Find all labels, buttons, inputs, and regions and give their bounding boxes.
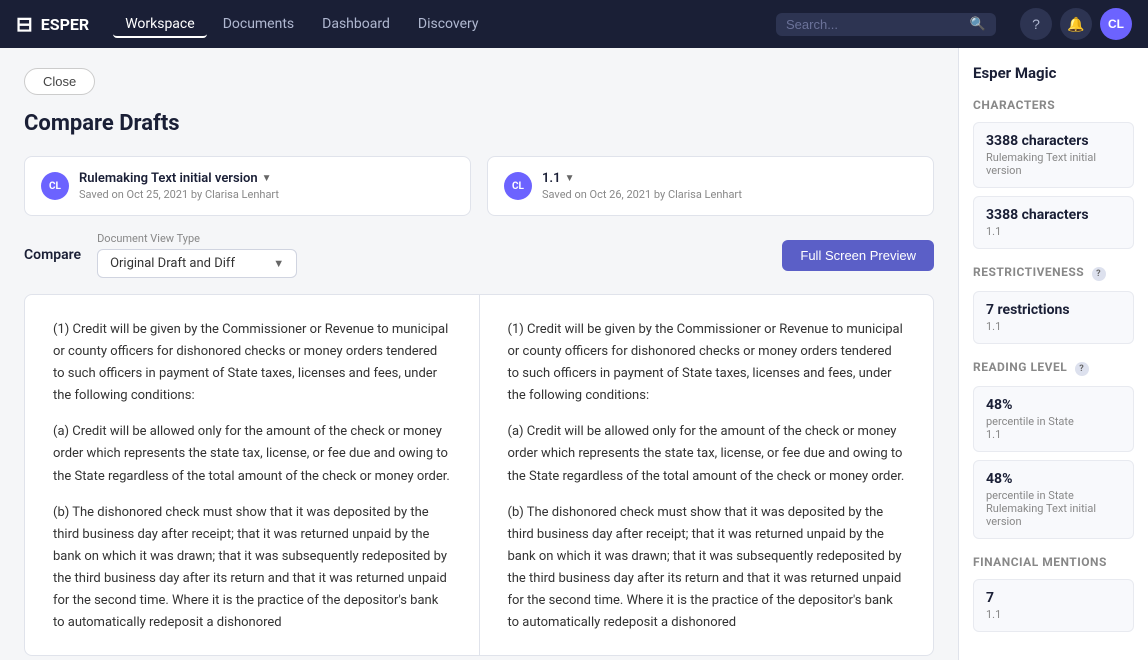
version-chevron-left: ▼ bbox=[262, 173, 272, 184]
logo-text: ESPER bbox=[41, 15, 89, 34]
left-doc-panel[interactable]: (1) Credit will be given by the Commissi… bbox=[25, 295, 479, 655]
doc-view-type-label: Document View Type bbox=[97, 232, 297, 245]
stat-value-chars-1: 3388 characters bbox=[986, 207, 1121, 223]
stat-label-chars-1: 1.1 bbox=[986, 225, 1121, 238]
stat-label-restrict-0: 1.1 bbox=[986, 320, 1121, 333]
esper-logo-icon: ⊟ bbox=[16, 12, 33, 36]
stat-card-reading-1: 48% percentile in State Rulemaking Text … bbox=[973, 460, 1134, 539]
version-chevron-right: ▼ bbox=[565, 173, 575, 184]
doc-view-select[interactable]: Original Draft and Diff ▼ bbox=[97, 249, 297, 278]
stat-card-financial-0: 7 1.1 bbox=[973, 579, 1134, 632]
stat-label-reading-0: percentile in State 1.1 bbox=[986, 415, 1121, 441]
compare-label: Compare bbox=[24, 247, 81, 263]
search-bar[interactable]: 🔍 bbox=[776, 13, 996, 36]
stat-label-financial-0: 1.1 bbox=[986, 608, 1121, 621]
restrictiveness-help-icon[interactable]: ? bbox=[1092, 267, 1106, 281]
stat-card-restrict-0: 7 restrictions 1.1 bbox=[973, 291, 1134, 344]
main-container: Close Compare Drafts CL Rulemaking Text … bbox=[0, 48, 1148, 660]
nav-icons: ? 🔔 CL bbox=[1020, 8, 1132, 40]
nav-workspace[interactable]: Workspace bbox=[113, 10, 207, 38]
version-card-right: CL 1.1 ▼ Saved on Oct 26, 2021 by Claris… bbox=[487, 156, 934, 216]
nav-discovery[interactable]: Discovery bbox=[406, 10, 491, 38]
version-meta-left: Saved on Oct 25, 2021 by Clarisa Lenhart bbox=[79, 188, 454, 201]
right-para-1: (a) Credit will be allowed only for the … bbox=[508, 421, 906, 487]
select-chevron-icon: ▼ bbox=[273, 257, 284, 270]
version-name-left[interactable]: Rulemaking Text initial version ▼ bbox=[79, 171, 454, 186]
left-para-1: (a) Credit will be allowed only for the … bbox=[53, 421, 451, 487]
version-info-left: Rulemaking Text initial version ▼ Saved … bbox=[79, 171, 454, 201]
stat-value-restrict-0: 7 restrictions bbox=[986, 302, 1121, 318]
stat-label-chars-0: Rulemaking Text initial version bbox=[986, 151, 1121, 177]
doc-view-type: Document View Type Original Draft and Di… bbox=[97, 232, 297, 278]
right-para-2: (b) The dishonored check must show that … bbox=[508, 502, 906, 635]
stat-value-financial-0: 7 bbox=[986, 590, 1121, 606]
stat-card-reading-0: 48% percentile in State 1.1 bbox=[973, 386, 1134, 452]
sidebar-section-reading: Reading Level ? bbox=[973, 360, 1134, 376]
version-avatar-left: CL bbox=[41, 172, 69, 200]
version-meta-right: Saved on Oct 26, 2021 by Clarisa Lenhart bbox=[542, 188, 917, 201]
sidebar-section-characters: Characters bbox=[973, 98, 1134, 112]
right-doc-panel[interactable]: (1) Credit will be given by the Commissi… bbox=[479, 295, 934, 655]
left-para-2: (b) The dishonored check must show that … bbox=[53, 502, 451, 635]
content-area: Close Compare Drafts CL Rulemaking Text … bbox=[0, 48, 958, 660]
versions-row: CL Rulemaking Text initial version ▼ Sav… bbox=[24, 156, 934, 216]
sidebar-title: Esper Magic bbox=[973, 64, 1134, 82]
page-title: Compare Drafts bbox=[24, 111, 934, 136]
reading-level-help-icon[interactable]: ? bbox=[1075, 362, 1089, 376]
compare-controls: Compare Document View Type Original Draf… bbox=[24, 232, 934, 278]
sidebar-section-restrictiveness: Restrictiveness ? bbox=[973, 265, 1134, 281]
version-name-right[interactable]: 1.1 ▼ bbox=[542, 171, 917, 186]
sidebar-section-financial: Financial Mentions bbox=[973, 555, 1134, 569]
version-card-left: CL Rulemaking Text initial version ▼ Sav… bbox=[24, 156, 471, 216]
sidebar: Esper Magic Characters 3388 characters R… bbox=[958, 48, 1148, 660]
nav-links: Workspace Documents Dashboard Discovery bbox=[113, 10, 752, 38]
version-info-right: 1.1 ▼ Saved on Oct 26, 2021 by Clarisa L… bbox=[542, 171, 917, 201]
stat-label-reading-1: percentile in State Rulemaking Text init… bbox=[986, 489, 1121, 528]
stat-value-reading-0: 48% bbox=[986, 397, 1121, 413]
help-button[interactable]: ? bbox=[1020, 8, 1052, 40]
logo: ⊟ ESPER bbox=[16, 12, 89, 36]
notifications-button[interactable]: 🔔 bbox=[1060, 8, 1092, 40]
nav-dashboard[interactable]: Dashboard bbox=[310, 10, 402, 38]
close-button[interactable]: Close bbox=[24, 68, 95, 95]
stat-value-chars-0: 3388 characters bbox=[986, 133, 1121, 149]
full-screen-preview-button[interactable]: Full Screen Preview bbox=[782, 240, 934, 271]
left-para-0: (1) Credit will be given by the Commissi… bbox=[53, 319, 451, 407]
search-input[interactable] bbox=[786, 17, 964, 32]
right-para-0: (1) Credit will be given by the Commissi… bbox=[508, 319, 906, 407]
search-icon: 🔍 bbox=[970, 17, 986, 32]
top-navigation: ⊟ ESPER Workspace Documents Dashboard Di… bbox=[0, 0, 1148, 48]
nav-documents[interactable]: Documents bbox=[211, 10, 306, 38]
version-avatar-right: CL bbox=[504, 172, 532, 200]
stat-card-chars-0: 3388 characters Rulemaking Text initial … bbox=[973, 122, 1134, 188]
user-avatar[interactable]: CL bbox=[1100, 8, 1132, 40]
stat-card-chars-1: 3388 characters 1.1 bbox=[973, 196, 1134, 249]
stat-value-reading-1: 48% bbox=[986, 471, 1121, 487]
document-panels: (1) Credit will be given by the Commissi… bbox=[24, 294, 934, 656]
